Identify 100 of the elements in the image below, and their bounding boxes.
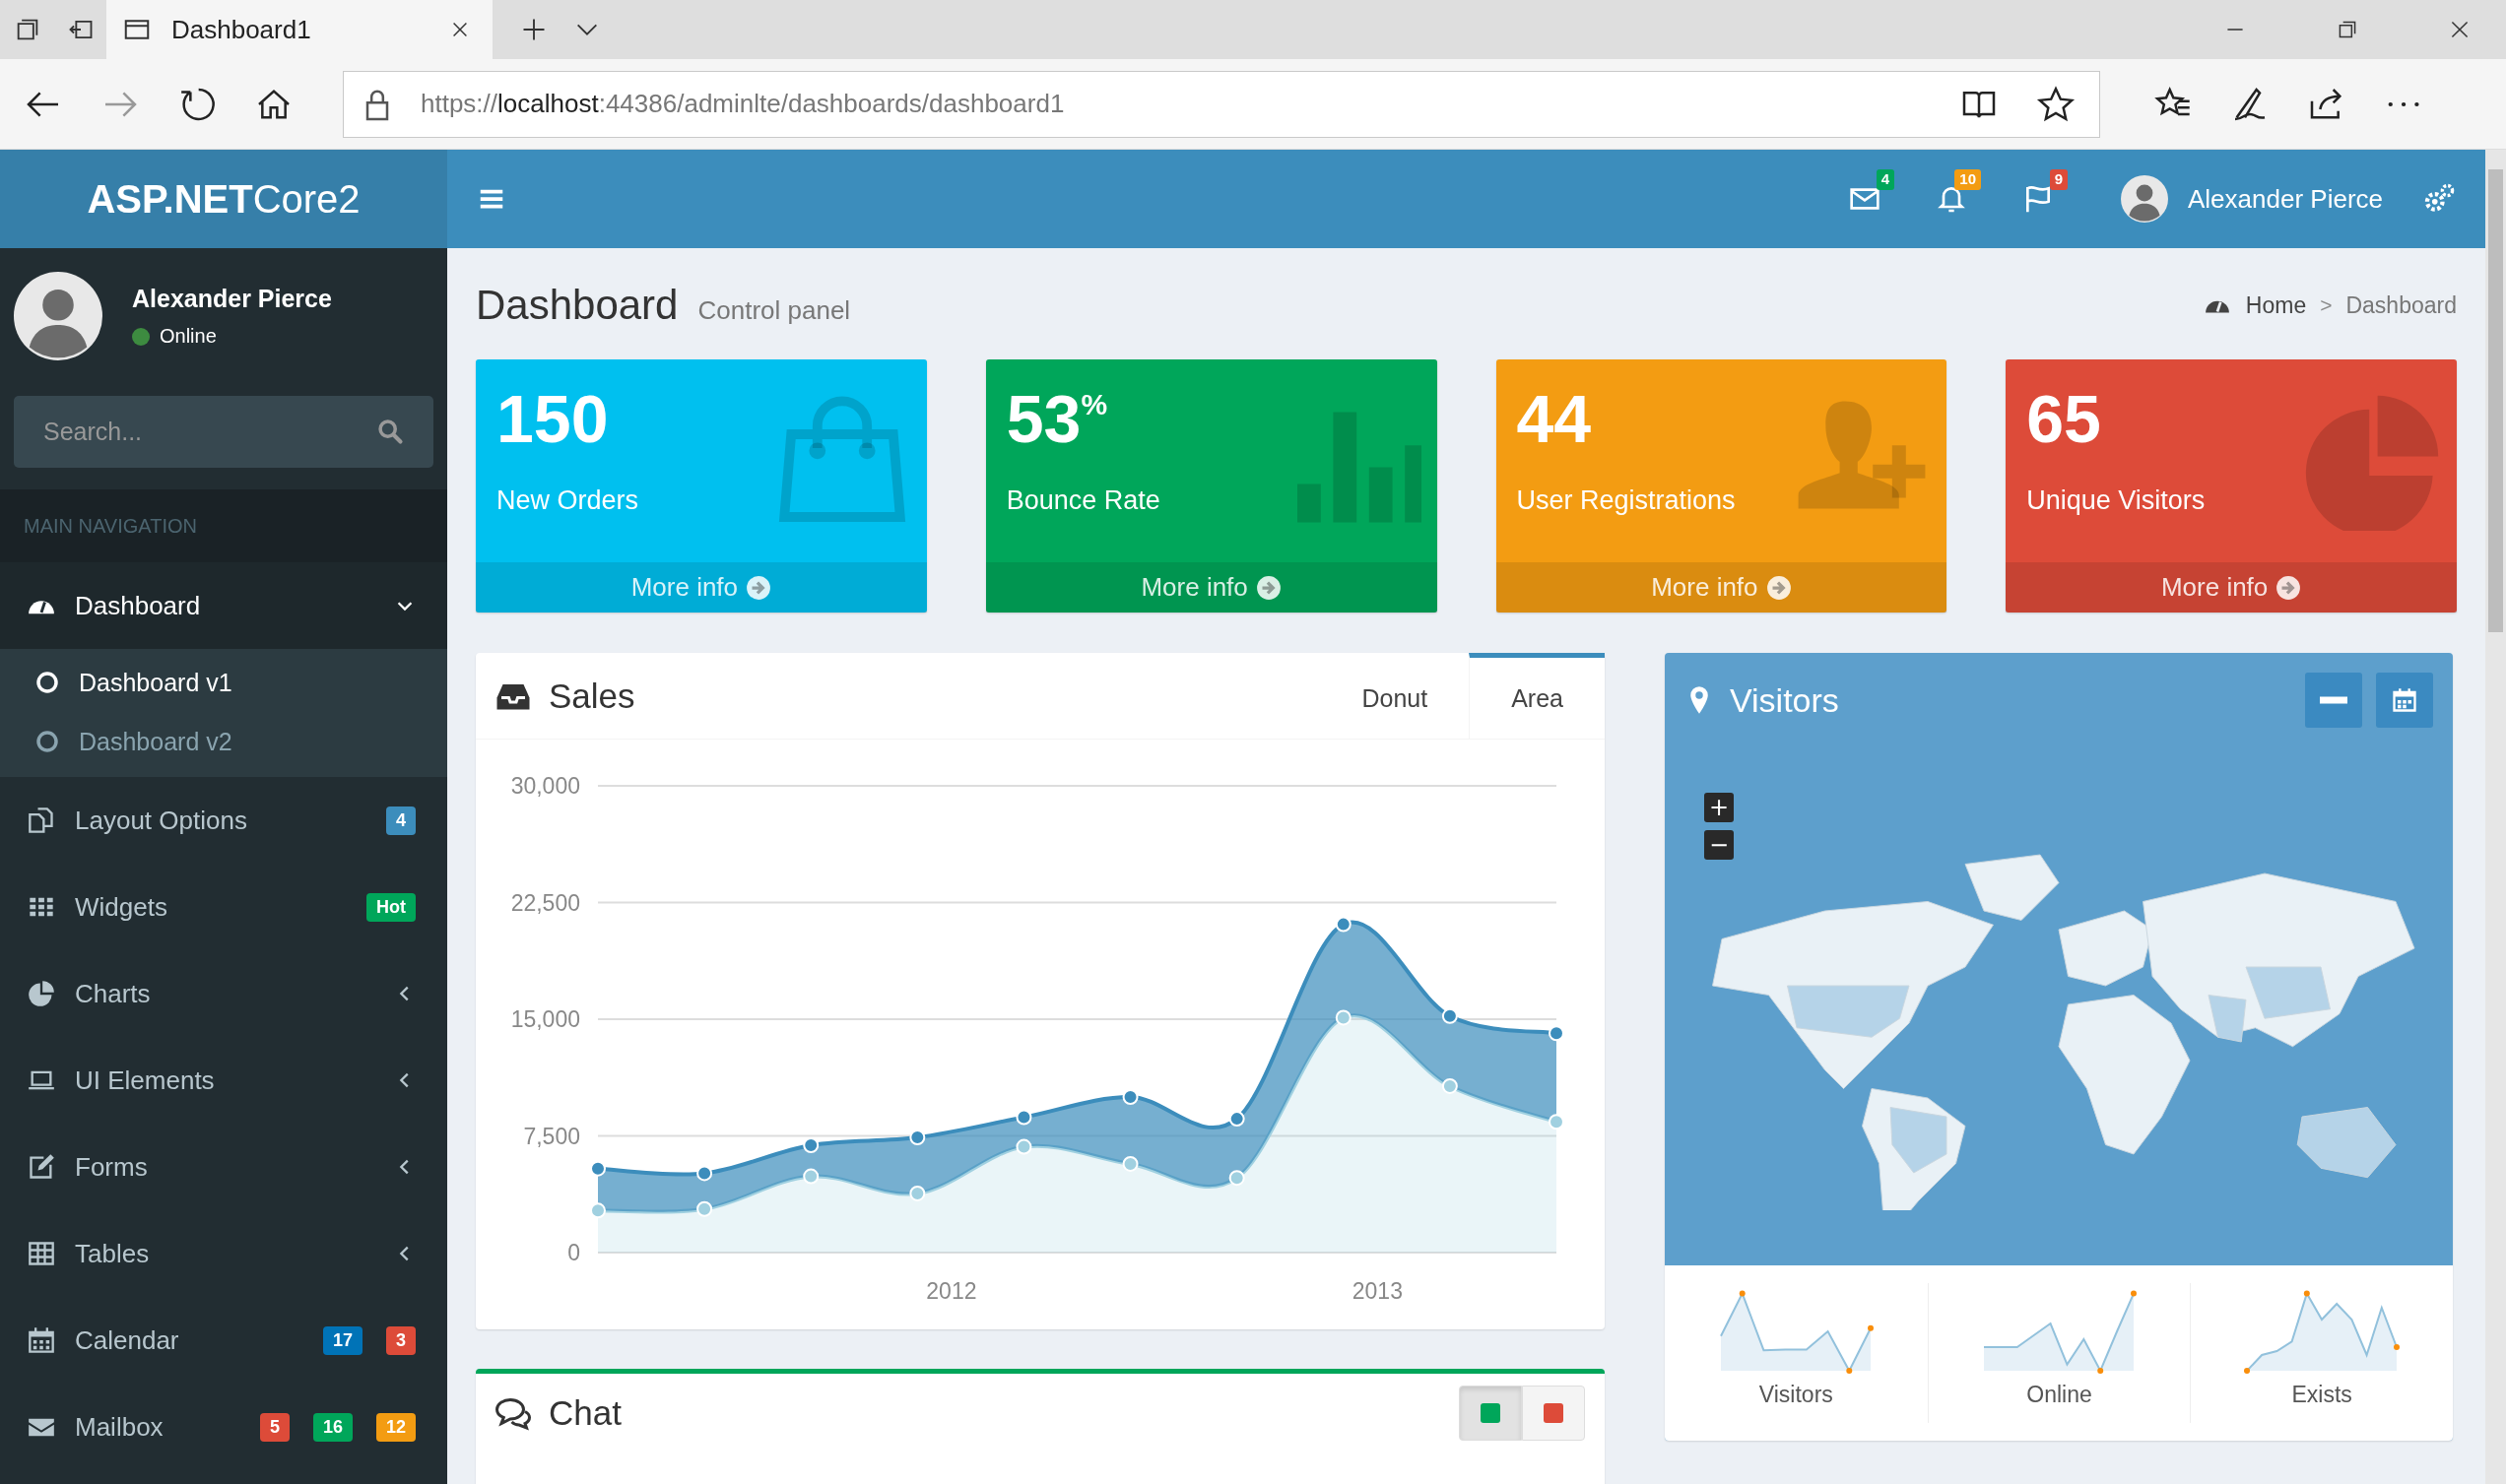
sparkline-label: Exists <box>2291 1382 2352 1408</box>
stat-value: 44 <box>1516 380 1593 458</box>
status-toggle[interactable] <box>1522 1386 1585 1441</box>
sparkline-label: Visitors <box>1758 1382 1833 1408</box>
stat-label: New Orders <box>496 484 640 516</box>
data-point <box>2303 1290 2310 1297</box>
menu-item[interactable]: Forms <box>0 1124 447 1210</box>
data-point <box>2394 1344 2401 1350</box>
data-point <box>1441 1007 1458 1024</box>
status-dot <box>132 327 150 346</box>
data-point <box>1549 1025 1564 1042</box>
breadcrumb-link[interactable]: Home <box>2245 291 2307 319</box>
section-heading: MAIN NAVIGATION <box>24 514 197 538</box>
pie-chart-icon <box>28 980 55 1007</box>
axis-label: 30,000 <box>510 773 580 799</box>
page-title: Dashboard <box>476 282 679 329</box>
count-badge: 12 <box>375 1412 416 1442</box>
circle-icon <box>35 730 59 753</box>
axis-label: 2012 <box>926 1278 977 1304</box>
arrow-circle-icon <box>1765 574 1792 601</box>
arrow-circle-icon <box>1255 574 1282 601</box>
data-point <box>1335 916 1352 933</box>
data-point <box>1228 1170 1245 1187</box>
browser-tab[interactable]: Dashboard1 <box>106 0 493 59</box>
arrow-circle-icon <box>746 574 772 601</box>
data-point <box>2097 1368 2104 1374</box>
chart-tab[interactable]: Donut <box>1320 652 1470 740</box>
circle-icon <box>35 671 59 694</box>
breadcrumb-separator: > <box>2320 293 2333 317</box>
sparkline-label: Online <box>2026 1382 2092 1408</box>
menu-item[interactable]: UI Elements <box>0 1037 447 1124</box>
panel-title: Chat <box>549 1393 622 1433</box>
avatar <box>2121 175 2168 223</box>
collapse-button[interactable] <box>2305 673 2362 728</box>
axis-label: 0 <box>567 1240 580 1265</box>
tasks-button[interactable]: 9 <box>1995 150 2081 248</box>
menu-item[interactable]: Widgets Hot <box>0 864 447 950</box>
submenu-item[interactable]: Dashboard v1 <box>0 653 447 712</box>
axis-label: 22,500 <box>510 889 580 916</box>
data-point <box>2131 1290 2138 1297</box>
search-field[interactable]: Search... <box>14 396 433 468</box>
address-bar[interactable]: https://localhost:44386/adminlte/dashboards/dashboard1 <box>343 70 2100 138</box>
menu-item[interactable]: Mailbox 5 16 12 <box>0 1384 447 1470</box>
zoom-out-button[interactable]: − <box>1704 830 1734 860</box>
calendar-icon <box>2391 686 2418 714</box>
scrollbar[interactable] <box>2485 150 2506 1484</box>
comments-icon <box>495 1395 531 1431</box>
pie-chart-icon <box>2303 393 2441 531</box>
data-point <box>803 1168 820 1185</box>
count-badge: Hot <box>366 892 416 922</box>
data-point <box>696 1200 713 1217</box>
count-badge: 16 <box>312 1412 353 1442</box>
data-point <box>590 1202 606 1219</box>
count-badge: 9 <box>2049 169 2068 190</box>
edit-icon <box>28 1153 55 1181</box>
search-icon[interactable] <box>376 418 404 445</box>
count-badge: 4 <box>1876 169 1894 190</box>
status-toggle[interactable] <box>1459 1386 1522 1441</box>
stat-label: User Registrations <box>1516 484 1737 516</box>
arrow-circle-icon <box>2275 574 2302 601</box>
stat-label: Unique Visitors <box>2026 484 2207 516</box>
data-point <box>696 1165 713 1182</box>
data-point <box>1335 1009 1352 1026</box>
axis-label: 7,500 <box>523 1123 580 1149</box>
data-point <box>1740 1290 1747 1297</box>
tab-title: Dashboard1 <box>171 14 312 45</box>
chart-tab[interactable]: Area <box>1469 652 1605 740</box>
submenu-item[interactable]: Dashboard v2 <box>0 712 447 771</box>
count-badge: 17 <box>322 1325 363 1355</box>
menu-item[interactable]: Tables <box>0 1210 447 1297</box>
count-badge: 4 <box>386 806 416 835</box>
data-point <box>1016 1138 1032 1155</box>
address-text: https://localhost:44386/adminlte/dashboards/dashboard1 <box>421 89 1065 119</box>
brand-logo[interactable]: ASP.NETCore2 <box>0 150 447 248</box>
menu-item[interactable]: Layout Options 4 <box>0 777 447 864</box>
breadcrumb-link[interactable]: Dashboard <box>2345 291 2457 319</box>
menu-item[interactable]: Charts <box>0 950 447 1037</box>
menu-item[interactable]: Dashboard <box>0 562 447 649</box>
data-point <box>909 1185 926 1201</box>
stat-value: 65 <box>2026 380 2102 458</box>
zoom-in-button[interactable]: + <box>1704 793 1734 822</box>
data-point <box>1846 1368 1853 1374</box>
data-point <box>2244 1368 2251 1374</box>
user-menu[interactable]: Alexander Pierce <box>2081 150 2422 248</box>
data-point <box>1549 1114 1564 1130</box>
calendar-button[interactable] <box>2376 673 2433 728</box>
copy-icon <box>28 807 55 834</box>
data-point <box>1122 1089 1139 1105</box>
star-icon[interactable] <box>2036 84 2076 124</box>
menu-item[interactable]: Calendar 17 3 <box>0 1297 447 1384</box>
page-subtitle: Control panel <box>697 294 851 326</box>
data-point <box>1868 1324 1875 1331</box>
user-name: Alexander Pierce <box>132 285 332 313</box>
data-point <box>1016 1109 1032 1126</box>
status-text: Online <box>160 325 217 348</box>
axis-label: 2013 <box>1352 1278 1403 1304</box>
count-badge: 10 <box>1954 169 1981 190</box>
more-info-link[interactable]: More info <box>2006 562 2457 613</box>
calendar-icon <box>28 1326 55 1354</box>
data-point <box>909 1129 926 1146</box>
